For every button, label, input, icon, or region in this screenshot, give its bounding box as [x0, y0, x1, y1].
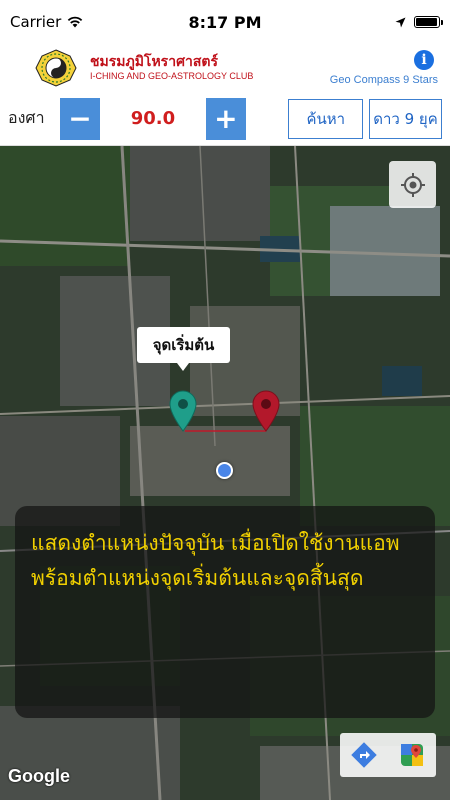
battery-icon — [414, 16, 443, 28]
increment-button[interactable]: + — [205, 97, 247, 140]
directions-button[interactable] — [340, 733, 388, 777]
map-view[interactable]: จุดเริ่มต้น แสดงตำแหน่งปัจจุบัน เมื่อเปิ… — [0, 146, 450, 800]
app-header: ชมรมภูมิโหราศาสตร์ I-CHING AND GEO-ASTRO… — [0, 44, 450, 92]
map-action-buttons — [340, 733, 436, 777]
degree-label: องศา — [8, 108, 45, 127]
wifi-icon — [68, 16, 83, 28]
google-attribution: Google — [8, 766, 70, 786]
description-text: แสดงตำแหน่งปัจจุบัน เมื่อเปิดใช้งานแอพ พ… — [31, 531, 400, 590]
current-location-dot — [216, 462, 233, 479]
carrier-label: Carrier — [10, 13, 62, 31]
directions-icon — [351, 742, 377, 768]
degree-controls: องศา − 90.0 + ค้นหา ดาว 9 ยุค — [0, 92, 450, 146]
club-name-thai: ชมรมภูมิโหราศาสตร์ — [90, 54, 218, 70]
google-maps-button[interactable] — [388, 733, 436, 777]
info-icon[interactable]: i — [414, 50, 434, 70]
club-logo — [28, 48, 84, 88]
search-button[interactable]: ค้นหา — [288, 98, 364, 139]
nine-stars-button[interactable]: ดาว 9 ยุค — [368, 98, 443, 139]
degree-value: 90.0 — [130, 108, 176, 129]
crosshair-icon — [400, 172, 425, 197]
description-overlay: แสดงตำแหน่งปัจจุบัน เมื่อเปิดใช้งานแอพ พ… — [15, 506, 435, 718]
end-pin-icon[interactable] — [251, 390, 281, 432]
start-point-callout: จุดเริ่มต้น — [137, 327, 230, 371]
location-arrow-icon — [395, 17, 406, 27]
my-location-button[interactable] — [389, 161, 436, 208]
clock: 8:17 PM — [188, 12, 262, 32]
google-maps-icon — [401, 744, 423, 766]
app-title: Geo Compass 9 Stars — [329, 74, 438, 86]
club-name-english: I-CHING AND GEO-ASTROLOGY CLUB — [90, 71, 254, 81]
decrement-button[interactable]: − — [59, 97, 101, 140]
start-pin-icon[interactable] — [168, 390, 198, 432]
status-bar: Carrier 8:17 PM — [0, 0, 450, 44]
